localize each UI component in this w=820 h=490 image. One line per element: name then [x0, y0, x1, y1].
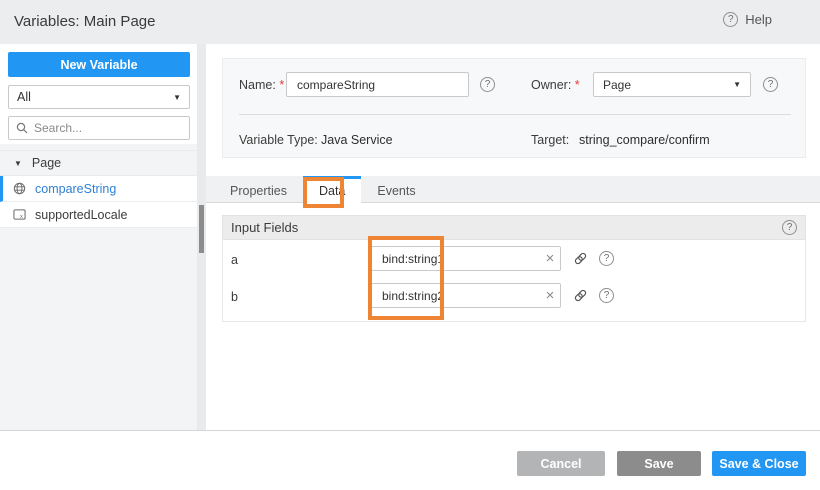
field-name-b: b	[231, 290, 238, 304]
field-b-help-icon[interactable]: ?	[599, 288, 614, 303]
input-fields-section: Input Fields ? a ×	[222, 215, 806, 322]
page-title: Variables: Main Page	[14, 13, 155, 30]
clear-icon[interactable]: ×	[540, 247, 560, 270]
search-icon	[16, 122, 28, 134]
detail-tabs: Properties Data Events	[206, 176, 820, 203]
bind-input-b[interactable]: ×	[371, 283, 561, 308]
clear-icon[interactable]: ×	[540, 284, 560, 307]
variable-search[interactable]	[8, 116, 190, 140]
bind-input-a-field[interactable]	[372, 252, 540, 266]
field-a-help-icon[interactable]: ?	[599, 251, 614, 266]
tree-item-comparestring[interactable]: compareString	[0, 176, 197, 202]
chevron-down-icon: ▼	[733, 80, 741, 89]
tab-events[interactable]: Events	[361, 176, 431, 203]
save-button[interactable]: Save	[617, 451, 701, 476]
panel-divider	[239, 114, 791, 115]
bind-link-icon[interactable]	[573, 251, 588, 266]
bind-link-icon[interactable]	[573, 288, 588, 303]
tab-data[interactable]: Data	[303, 176, 361, 203]
chevron-down-icon: ▼	[173, 93, 181, 102]
target-label: Target:	[531, 133, 569, 147]
variables-tree: ▼ Page compareString	[0, 144, 197, 430]
tree-group-label: Page	[32, 156, 61, 170]
chevron-down-icon[interactable]: ▼	[14, 159, 22, 168]
search-input[interactable]	[34, 121, 182, 135]
tree-item-label: supportedLocale	[35, 208, 127, 222]
tree-item-supportedlocale[interactable]: x supportedLocale	[0, 202, 197, 228]
bind-input-b-field[interactable]	[372, 289, 540, 303]
help-label: Help	[745, 12, 772, 27]
variable-filter-select[interactable]: All ▼	[8, 85, 190, 109]
dialog-header: Variables: Main Page ? Help	[0, 0, 820, 44]
input-fields-body: a × ? b ×	[222, 240, 806, 322]
service-icon	[13, 182, 26, 195]
dialog-footer: Cancel Save Save & Close	[0, 430, 820, 490]
required-marker: *	[279, 78, 284, 92]
field-name-a: a	[231, 253, 238, 267]
svg-text:x: x	[20, 214, 23, 220]
variables-sidebar: New Variable All ▼ ▼ Page	[0, 44, 197, 430]
help-icon[interactable]: ?	[723, 12, 738, 27]
name-label: Name: *	[239, 78, 284, 92]
tab-properties[interactable]: Properties	[214, 176, 303, 203]
cancel-button[interactable]: Cancel	[517, 451, 605, 476]
name-input[interactable]	[286, 72, 469, 97]
name-help-icon[interactable]: ?	[480, 77, 495, 92]
input-fields-title: Input Fields	[231, 220, 298, 235]
owner-help-icon[interactable]: ?	[763, 77, 778, 92]
new-variable-button[interactable]: New Variable	[8, 52, 190, 77]
variable-type-label: Variable Type:	[239, 133, 318, 147]
text-variable-icon: x	[13, 208, 26, 221]
tree-group-page[interactable]: ▼ Page	[0, 150, 197, 176]
tree-item-label: compareString	[35, 182, 116, 196]
owner-select[interactable]: Page ▼	[593, 72, 751, 97]
variable-detail-pane: Name: * ? Owner: * Page ▼ ? Variable Typ…	[206, 44, 820, 430]
sidebar-scrollbar-thumb[interactable]	[199, 205, 204, 253]
save-and-close-button[interactable]: Save & Close	[712, 451, 806, 476]
help-link[interactable]: ? Help	[723, 12, 772, 27]
bind-input-a[interactable]: ×	[371, 246, 561, 271]
input-fields-header: Input Fields ?	[222, 215, 806, 240]
variable-type-value: Java Service	[321, 133, 393, 147]
owner-selected-value: Page	[603, 78, 631, 92]
target-value: string_compare/confirm	[579, 133, 710, 147]
input-fields-help-icon[interactable]: ?	[782, 220, 797, 235]
variable-summary-panel: Name: * ? Owner: * Page ▼ ? Variable Typ…	[222, 58, 806, 158]
sidebar-scrollbar-track[interactable]	[197, 44, 206, 430]
required-marker: *	[575, 78, 580, 92]
owner-label: Owner: *	[531, 78, 580, 92]
variables-dialog: Variables: Main Page ? Help New Variable…	[0, 0, 820, 490]
filter-selected-value: All	[17, 90, 31, 104]
